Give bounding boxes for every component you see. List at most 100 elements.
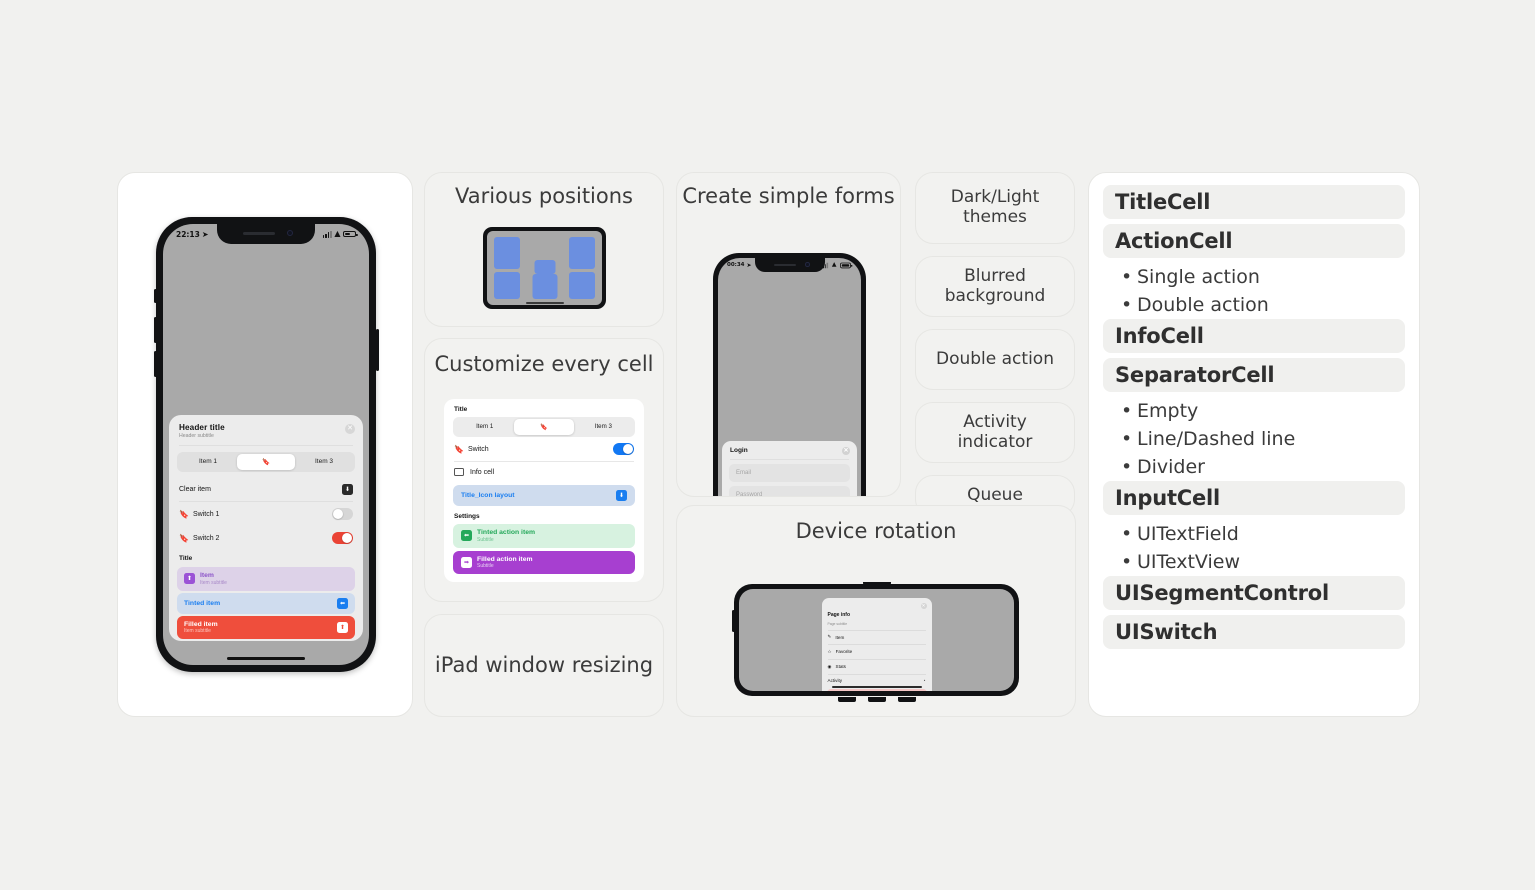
positions-device-mockup xyxy=(483,227,606,309)
login-sheet: Login ✕ Email Password Login xyxy=(722,441,857,496)
cellular-signal-icon xyxy=(322,230,332,238)
volume-up-button[interactable] xyxy=(153,317,157,343)
cell-type-inputcell[interactable]: InputCell xyxy=(1103,481,1405,515)
notch xyxy=(217,224,315,244)
cell-type-uiswitch[interactable]: UISwitch xyxy=(1103,615,1405,649)
segment-item-2-bookmark-icon[interactable]: 🔖 xyxy=(514,419,574,435)
sheet-subtitle: Header subtitle xyxy=(179,433,214,439)
close-icon[interactable]: ✕ xyxy=(345,424,355,434)
ipad-resizing-title: iPad window resizing xyxy=(434,652,654,677)
home-indicator xyxy=(831,685,922,688)
battery-icon xyxy=(343,230,358,238)
row-favorite[interactable]: ☆ Favorite xyxy=(822,645,932,659)
pencil-icon: ✎ xyxy=(827,634,832,640)
cell-type-uisegmentcontrol[interactable]: UISegmentControl xyxy=(1103,576,1405,610)
speaker-icon xyxy=(243,232,275,235)
switch-2-toggle[interactable] xyxy=(332,532,353,544)
switch-label: Switch xyxy=(468,445,489,453)
iphone-device-mockup: 22:13 ➤ ▲ Header title Header subtitle ✕ xyxy=(153,217,379,672)
home-indicator xyxy=(525,301,564,304)
cell-subitem-single-action[interactable]: Single action xyxy=(1103,263,1405,291)
feature-pill-blurred-background[interactable]: Blurred background xyxy=(915,256,1075,317)
volume-buttons[interactable] xyxy=(837,697,916,702)
list-item-filled[interactable]: Filled item Item subtitle ⬆ xyxy=(177,615,355,639)
group-title: Title xyxy=(179,555,193,562)
position-block-bottom-center xyxy=(532,274,557,299)
info-card-icon xyxy=(454,468,464,476)
group-title: Title xyxy=(454,406,468,413)
cell-type-separatorcell[interactable]: SeparatorCell xyxy=(1103,358,1405,392)
feature-pill-list: Dark/Light themes Blurred background Dou… xyxy=(915,172,1075,529)
segment-item-1[interactable]: Item 1 xyxy=(455,419,514,435)
login-title: Login xyxy=(730,447,748,454)
password-field[interactable]: Password xyxy=(729,486,850,496)
left-arrow-icon: ⬅ xyxy=(337,597,348,609)
segment-item-3[interactable]: Item 3 xyxy=(574,419,633,435)
feature-pill-double-action[interactable]: Double action xyxy=(915,329,1075,390)
title-icon-layout-row[interactable]: Title_Icon layout ⬇ xyxy=(453,485,635,506)
switch-row[interactable]: 🔖 Switch xyxy=(444,437,644,461)
page-info-sheet: Page info Page subtitle ✕ ✎ Item ☆ Favor… xyxy=(821,598,932,691)
cell-subitem-uitextview[interactable]: UITextView xyxy=(1103,548,1405,576)
phone-showcase-panel: 22:13 ➤ ▲ Header title Header subtitle ✕ xyxy=(117,172,413,717)
power-button[interactable] xyxy=(375,329,379,371)
sheet-title: Page info xyxy=(827,612,851,618)
segmented-control[interactable]: Item 1 🔖 Item 3 xyxy=(177,452,355,472)
positions-screen xyxy=(487,231,602,305)
cell-type-titlecell[interactable]: TitleCell xyxy=(1103,185,1405,219)
mute-switch[interactable] xyxy=(154,289,157,303)
switch-2-label: Switch 2 xyxy=(193,534,220,542)
list-item-plain[interactable]: ⬆ Item Item subtitle xyxy=(177,567,355,591)
segment-item-1[interactable]: Item 1 xyxy=(179,454,237,470)
customize-every-cell-panel: Customize every cell Title Item 1 🔖 Item… xyxy=(424,338,664,602)
switch-1-toggle[interactable] xyxy=(332,508,353,520)
rotated-device-screen: Page info Page subtitle ✕ ✎ Item ☆ Favor… xyxy=(739,589,1014,691)
filled-action-item[interactable]: ➡ Filled action item Subtitle xyxy=(453,550,635,574)
tinted-action-item[interactable]: ⬅ Tinted action item Subtitle xyxy=(453,524,635,548)
row-stats[interactable]: ◉ Stats xyxy=(822,660,932,674)
switch-row-1[interactable]: 🔖 Switch 1 xyxy=(169,502,363,526)
sheet-header: Header title Header subtitle ✕ xyxy=(169,415,363,445)
cell-type-actioncell[interactable]: ActionCell xyxy=(1103,224,1405,258)
notch xyxy=(754,258,825,272)
feature-pill-activity-indicator[interactable]: Activity indicator xyxy=(915,402,1075,463)
segment-item-2-bookmark-icon[interactable]: 🔖 xyxy=(237,454,295,470)
cell-subitem-uitextfield[interactable]: UITextField xyxy=(1103,520,1405,548)
close-icon[interactable]: ✕ xyxy=(842,447,850,455)
position-block-top-left xyxy=(494,237,520,269)
cell-types-panel: TitleCell ActionCell Single action Doubl… xyxy=(1088,172,1420,717)
segment-item-3[interactable]: Item 3 xyxy=(295,454,353,470)
cell-subitem-empty[interactable]: Empty xyxy=(1103,397,1405,425)
front-camera-icon xyxy=(287,230,293,236)
chart-icon: ◉ xyxy=(827,663,832,669)
download-icon[interactable]: ⬇ xyxy=(342,484,353,495)
cell-subitem-divider[interactable]: Divider xyxy=(1103,453,1405,481)
cell-subitem-double-action[interactable]: Double action xyxy=(1103,291,1405,319)
feature-pill-dark-light-themes[interactable]: Dark/Light themes xyxy=(915,172,1075,244)
row-item[interactable]: ✎ Item xyxy=(822,630,932,644)
create-simple-forms-panel: Create simple forms 00:34 ➤ ▲ Login ✕ Em… xyxy=(676,172,901,497)
switch-toggle[interactable] xyxy=(613,443,634,455)
segmented-control[interactable]: Item 1 🔖 Item 3 xyxy=(453,417,635,437)
switch-1-label: Switch 1 xyxy=(193,510,220,518)
customize-cell-list: Title Item 1 🔖 Item 3 🔖 Switch Info cell xyxy=(444,399,644,582)
phone-screen: 22:13 ➤ ▲ Header title Header subtitle ✕ xyxy=(163,224,369,665)
info-cell-row[interactable]: Info cell xyxy=(444,462,644,482)
position-block-center xyxy=(534,260,555,274)
cell-subitem-line-dashed-line[interactable]: Line/Dashed line xyxy=(1103,425,1405,453)
power-button[interactable] xyxy=(731,610,735,632)
email-field[interactable]: Email xyxy=(729,464,850,482)
volume-down-button[interactable] xyxy=(153,351,157,377)
right-arrow-icon: ➡ xyxy=(461,556,472,568)
bookmark-icon: 🔖 xyxy=(179,509,189,519)
list-item-title: Filled item xyxy=(184,620,218,628)
move-to-trash-row[interactable]: 🗑 Move to trash Move to trash subtitle xyxy=(826,689,927,691)
close-icon[interactable]: ✕ xyxy=(920,603,927,609)
clear-item-row[interactable]: Clear item ⬇ xyxy=(169,478,363,501)
list-item-tinted[interactable]: Tinted item ⬅ xyxy=(177,592,355,614)
cell-type-infocell[interactable]: InfoCell xyxy=(1103,319,1405,353)
switch-row-2[interactable]: 🔖 Switch 2 xyxy=(169,526,363,550)
battery-icon xyxy=(840,262,853,268)
divider xyxy=(730,459,849,460)
list-item-title: Item xyxy=(200,572,214,579)
